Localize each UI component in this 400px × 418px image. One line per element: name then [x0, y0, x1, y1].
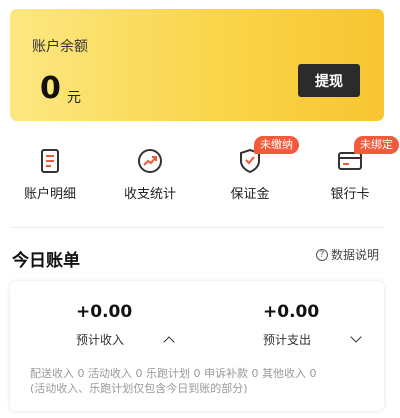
bill-detail-text: 配送收入 0 活动收入 0 乐跑计划 0 申诉补款 0 其他收入 0 (活动收入…	[30, 366, 370, 396]
chart-trend-icon	[138, 149, 162, 173]
expense-label: 预计支出	[263, 333, 312, 347]
income-label: 预计收入	[76, 333, 125, 347]
chevron-down-icon[interactable]	[350, 331, 362, 343]
shortcut-account-details[interactable]: 账户明细	[0, 125, 100, 225]
shortcut-income-stats[interactable]: 收支统计	[100, 125, 200, 225]
today-bill-title: 今日账单	[12, 251, 80, 271]
bank-card-status-badge: 未绑定	[354, 136, 399, 154]
balance-card: 账户余额 0 元 提现	[10, 9, 384, 121]
shortcut-deposit[interactable]: 未缴纳 保证金	[200, 125, 300, 225]
chevron-up-icon[interactable]	[163, 336, 175, 348]
balance-unit: 元	[67, 90, 81, 106]
data-help-label: 数据说明	[331, 248, 380, 262]
expense-value: +0.00	[263, 302, 320, 322]
bill-detail-note: (活动收入、乐跑计划仅包含今日到账的部分)	[30, 382, 248, 395]
shortcut-label: 收支统计	[123, 187, 176, 202]
shortcut-row: 账户明细 收支统计 未缴纳 保证金 未绑定 银行卡	[0, 125, 400, 225]
question-icon: ?	[316, 248, 328, 261]
withdraw-button[interactable]: 提现	[298, 64, 360, 97]
balance-title: 账户余额	[32, 39, 88, 55]
income-value: +0.00	[76, 302, 133, 322]
divider	[10, 227, 384, 228]
today-bill-card: +0.00 预计收入 +0.00 预计支出 配送收入 0 活动收入 0 乐跑计划…	[10, 281, 384, 411]
shortcut-label: 银行卡	[330, 187, 370, 202]
shortcut-bank-card[interactable]: 未绑定 银行卡	[300, 125, 400, 225]
shortcut-label: 保证金	[230, 187, 270, 202]
document-icon	[41, 149, 59, 173]
shortcut-label: 账户明细	[23, 187, 76, 202]
deposit-status-badge: 未缴纳	[254, 136, 299, 154]
data-help-link[interactable]: ? 数据说明	[316, 246, 379, 263]
bill-detail-line: 配送收入 0 活动收入 0 乐跑计划 0 申诉补款 0 其他收入 0	[30, 367, 317, 380]
balance-amount: 0	[40, 71, 61, 106]
